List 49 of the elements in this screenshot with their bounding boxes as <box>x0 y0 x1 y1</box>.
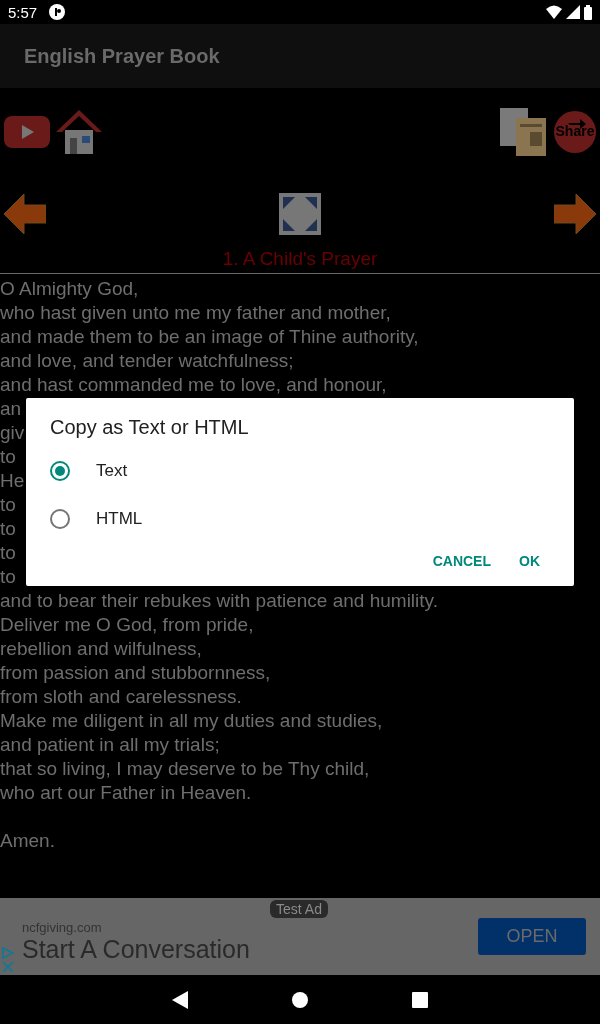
ad-headline: Start A Conversation <box>22 934 250 964</box>
prayer-title: 1. A Child's Prayer <box>222 248 378 269</box>
prayer-line: to <box>0 541 16 565</box>
prayer-line: He <box>0 469 25 493</box>
recents-icon[interactable] <box>412 991 428 1008</box>
prayer-line: to <box>0 565 16 589</box>
prayer-line: Deliver me O God, from pride, <box>0 613 254 637</box>
dialog-title: Copy as Text or HTML <box>50 416 249 439</box>
test-ad-badge: Test Ad <box>270 900 328 918</box>
copy-documents-icon[interactable] <box>500 108 548 156</box>
option-label[interactable]: HTML <box>96 509 143 529</box>
signal-icon <box>566 5 580 19</box>
dialog-button[interactable]: OK <box>509 545 550 577</box>
prayer-line: and made them to be an image of Thine authority, <box>0 325 419 349</box>
option-label[interactable]: Text <box>96 461 128 481</box>
prayer-line: who hast given unto me my father and mother, <box>0 301 391 325</box>
prayer-line: giv <box>0 421 25 445</box>
home-icon[interactable] <box>292 991 308 1008</box>
wifi-icon <box>546 5 562 19</box>
prayer-line: Amen. <box>0 829 55 853</box>
prayer-line: and love, and tender watchfulness; <box>0 349 294 373</box>
video-play-icon[interactable] <box>4 116 50 148</box>
right-arrow-icon[interactable] <box>554 193 596 235</box>
prayer-line: an <box>0 397 22 421</box>
prayer-line: Make me diligent in all my duties and studies, <box>0 709 383 733</box>
prayer-line: to <box>0 493 16 517</box>
open-button[interactable]: OPEN <box>478 918 586 955</box>
house-icon[interactable] <box>56 110 102 154</box>
expand-icon[interactable] <box>279 193 321 235</box>
prayer-line: from passion and stubbornness, <box>0 661 271 685</box>
prayer-line: that so living, I may deserve to be Thy child, <box>0 757 370 781</box>
prayer-line: to <box>0 445 16 469</box>
prayer-line: and hast commanded me to love, and honour, <box>0 373 387 397</box>
prayer-line: and patient in all my trials; <box>0 733 220 757</box>
prayer-line: from sloth and carelessness. <box>0 685 242 709</box>
notification-icon <box>49 4 66 20</box>
prayer-line: and to bear their rebukes with patience and humility. <box>0 589 438 613</box>
back-icon[interactable] <box>172 990 188 1009</box>
radio-button[interactable] <box>50 509 70 529</box>
left-arrow-icon[interactable] <box>4 193 46 235</box>
prayer-line: to <box>0 517 16 541</box>
radio-button[interactable] <box>50 461 70 481</box>
prayer-line: who art our Father in Heaven. <box>0 781 252 805</box>
dialog-button[interactable]: CANCEL <box>422 545 501 577</box>
app-title: English Prayer Book <box>24 44 220 68</box>
prayer-line: rebellion and wilfulness, <box>0 637 202 661</box>
prayer-line: O Almighty God, <box>0 277 139 301</box>
battery-icon <box>584 4 592 20</box>
clock-time: 5:57 <box>8 3 38 21</box>
